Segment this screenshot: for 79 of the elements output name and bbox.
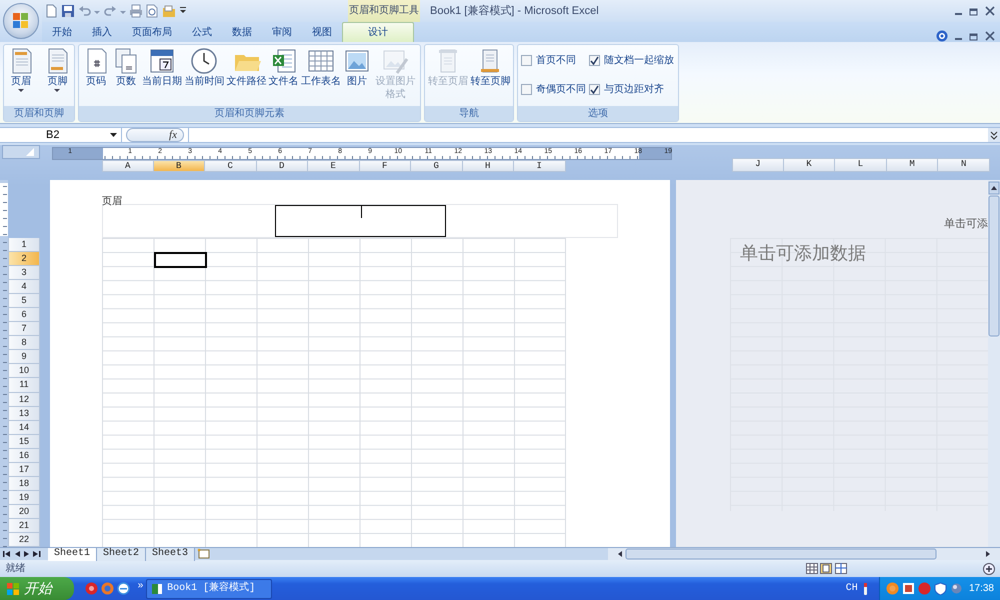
ribbon-tab[interactable]: 视图 — [302, 22, 342, 42]
group-label: 页眉和页脚元素 — [79, 106, 420, 121]
window-title: Book1 [兼容模式] - Microsoft Excel — [430, 4, 599, 17]
row-header[interactable]: 6 — [8, 308, 40, 322]
ribbon-button[interactable]: 页数 — [112, 45, 140, 106]
row-header[interactable]: 15 — [8, 434, 40, 449]
row-header[interactable]: 5 — [8, 294, 40, 308]
ribbon-button[interactable]: 页码 — [82, 45, 110, 106]
ribbon-tab[interactable]: 审阅 — [262, 22, 302, 42]
row-header[interactable]: 13 — [8, 406, 40, 421]
ribbon-button[interactable]: 文件路径 — [226, 45, 266, 106]
sheet-tab[interactable]: Sheet3 — [146, 548, 196, 560]
row-header[interactable]: 3 — [8, 266, 40, 280]
data-hint: 单击可添加数据 — [740, 242, 866, 264]
column-header[interactable]: E — [308, 160, 360, 172]
column-header[interactable]: D — [256, 160, 308, 172]
ribbon-tab[interactable]: 数据 — [222, 22, 262, 42]
row-header[interactable]: 16 — [8, 448, 40, 463]
column-header[interactable]: B — [154, 160, 205, 172]
ribbon-tab[interactable]: 插入 — [82, 22, 122, 42]
ribbon-button[interactable]: 页脚 — [43, 45, 72, 106]
checkbox-label: 奇偶页不同 — [536, 83, 586, 98]
row-header[interactable]: 1 — [8, 238, 40, 252]
row-header[interactable]: 9 — [8, 350, 40, 364]
more-toolbar-button[interactable]: » — [138, 578, 144, 593]
row-header[interactable]: 11 — [8, 378, 40, 393]
row-header[interactable]: 20 — [8, 504, 40, 519]
ribbon-button[interactable]: 转至页脚 — [470, 45, 510, 106]
status-text: 就绪 — [6, 562, 26, 576]
group-label: 页眉和页脚 — [4, 106, 74, 121]
row-header[interactable]: 7 — [8, 322, 40, 336]
row-header[interactable]: 17 — [8, 462, 40, 477]
ribbon-button[interactable]: 工作表名 — [300, 45, 341, 106]
header-label: 页眉 — [102, 196, 122, 207]
column-header[interactable]: N — [938, 158, 990, 172]
name-box[interactable]: B2 — [0, 128, 122, 142]
row-header[interactable]: 18 — [8, 476, 40, 491]
insert-function-button[interactable]: fx — [126, 128, 184, 142]
checkbox-label: 与页边距对齐 — [604, 82, 664, 98]
ribbon-button[interactable]: 当前日期 — [142, 45, 182, 106]
row-header[interactable]: 14 — [8, 420, 40, 435]
group-label: 导航 — [425, 106, 513, 121]
header-hint: 单击可添 — [944, 218, 988, 230]
column-header[interactable]: L — [835, 158, 887, 172]
start-button[interactable]: 开始 — [0, 577, 74, 600]
context-tab-group-label: 页眉和页脚工具 — [348, 0, 420, 22]
column-header[interactable]: K — [784, 158, 836, 172]
language-indicator[interactable]: CH — [846, 581, 858, 596]
clock: 17:38 — [968, 582, 994, 596]
checkbox-label: 随文档一起缩放 — [604, 54, 674, 68]
ribbon-tab[interactable]: 公式 — [182, 22, 222, 42]
row-header[interactable]: 22 — [8, 532, 40, 547]
column-header[interactable]: A — [102, 160, 154, 172]
row-header[interactable]: 12 — [8, 392, 40, 407]
row-header[interactable]: 21 — [8, 518, 40, 533]
row-header[interactable]: 19 — [8, 490, 40, 505]
column-header[interactable]: I — [514, 160, 566, 172]
ribbon-button[interactable]: 页眉 — [6, 45, 35, 106]
ribbon-button[interactable]: 文件名 — [268, 45, 299, 106]
row-header[interactable]: 10 — [8, 364, 40, 378]
row-header[interactable]: 4 — [8, 280, 40, 294]
group-label: 选项 — [518, 106, 678, 121]
taskbar-window-button[interactable]: Book1 [兼容模式] — [146, 578, 272, 598]
sheet-tab[interactable]: Sheet1 — [48, 548, 98, 560]
row-header[interactable]: 8 — [8, 336, 40, 350]
column-header[interactable]: C — [205, 160, 256, 172]
ribbon-tab[interactable]: 页面布局 — [122, 22, 182, 42]
row-header[interactable]: 2 — [8, 252, 40, 266]
column-header[interactable]: M — [886, 158, 938, 172]
column-header[interactable]: F — [360, 160, 411, 172]
column-header[interactable]: H — [462, 160, 514, 172]
ribbon-tab[interactable]: 开始 — [42, 22, 82, 42]
ribbon-button[interactable]: 当前时间 — [184, 45, 224, 106]
checkbox-label: 首页不同 — [536, 54, 576, 68]
column-header[interactable]: G — [411, 160, 462, 172]
column-header[interactable]: J — [732, 158, 784, 172]
ribbon-button[interactable]: 图片 — [343, 45, 372, 106]
ribbon-tab[interactable]: 设计 — [342, 22, 414, 42]
sheet-tab[interactable]: Sheet2 — [97, 548, 146, 560]
